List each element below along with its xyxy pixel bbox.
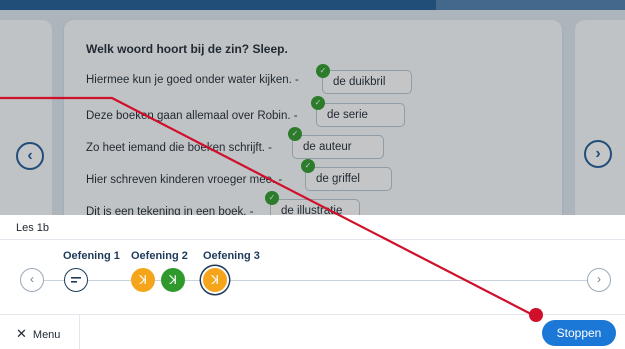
runner-icon[interactable]: ꓘ [161,268,185,292]
runner-icon[interactable]: ꓘ [203,268,227,292]
exercise-stage: Welk woord hoort bij de zin? Sleep. Hier… [0,0,625,215]
step-label-2: Oefening 2 [131,250,188,262]
lesson-label: Les 1b [16,222,50,234]
close-icon: ✕ [16,326,27,341]
divider [0,314,625,315]
steps-track [42,280,588,281]
step-label-3: Oefening 3 [203,250,260,262]
runner-icon[interactable]: ꓘ [131,268,155,292]
menu-label: Menu [32,329,61,341]
previous-step-button[interactable]: ‹ [20,268,44,292]
menu-button[interactable]: ✕ Menu [0,315,80,349]
divider [0,239,625,240]
lesson-panel [0,215,625,349]
step-label-1: Oefening 1 [63,250,120,262]
stop-button[interactable]: Stoppen [542,320,616,346]
dim-overlay [0,0,625,215]
lines-icon[interactable] [64,268,88,292]
next-step-button[interactable]: › [587,268,611,292]
